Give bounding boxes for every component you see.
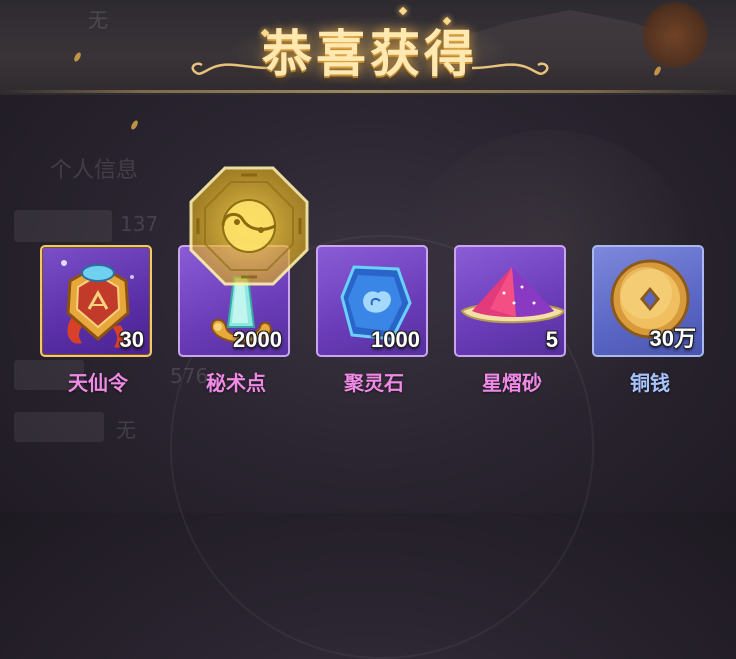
reward-item[interactable]: 1000 聚灵石 [316, 245, 432, 396]
banner-swirl-left [191, 62, 269, 75]
banner-swirl-right [471, 62, 549, 75]
bg-level-value: 137 [120, 212, 159, 236]
item-name: 聚灵石 [344, 371, 404, 395]
bg-top-text: 无 [88, 8, 108, 32]
item-slot[interactable]: 1000 [316, 245, 428, 357]
background-ornament [640, 0, 710, 70]
reward-item[interactable]: 5 星熠砂 [454, 245, 570, 396]
bg-field-label [14, 210, 112, 242]
item-name: 天仙令 [68, 371, 128, 395]
item-slot[interactable]: 30 [40, 245, 152, 357]
bg-field-label [14, 412, 104, 442]
reward-item[interactable]: 30 天仙令 [40, 245, 156, 396]
reward-banner: 恭喜获得 [170, 2, 570, 98]
reward-items-row: 30 天仙令 2000 秘术点 1000 聚灵石 5 星熠砂 30万 铜钱 [40, 245, 704, 405]
item-count: 5 [545, 327, 558, 352]
item-slot[interactable]: 5 [454, 245, 566, 357]
reward-item[interactable]: 30万 铜钱 [592, 245, 708, 396]
item-slot[interactable]: 30万 [592, 245, 704, 357]
bg-section-title: 个人信息 [50, 158, 139, 183]
item-count: 30 [119, 327, 144, 352]
item-count: 2000 [233, 327, 282, 352]
item-name: 秘术点 [206, 371, 266, 395]
item-name: 铜钱 [630, 371, 670, 395]
bg-bottom-value: 无 [116, 418, 136, 442]
item-name: 星熠砂 [482, 371, 542, 395]
taiji-emblem-icon [189, 166, 309, 286]
item-count: 30万 [649, 326, 696, 351]
item-count: 1000 [371, 327, 420, 352]
